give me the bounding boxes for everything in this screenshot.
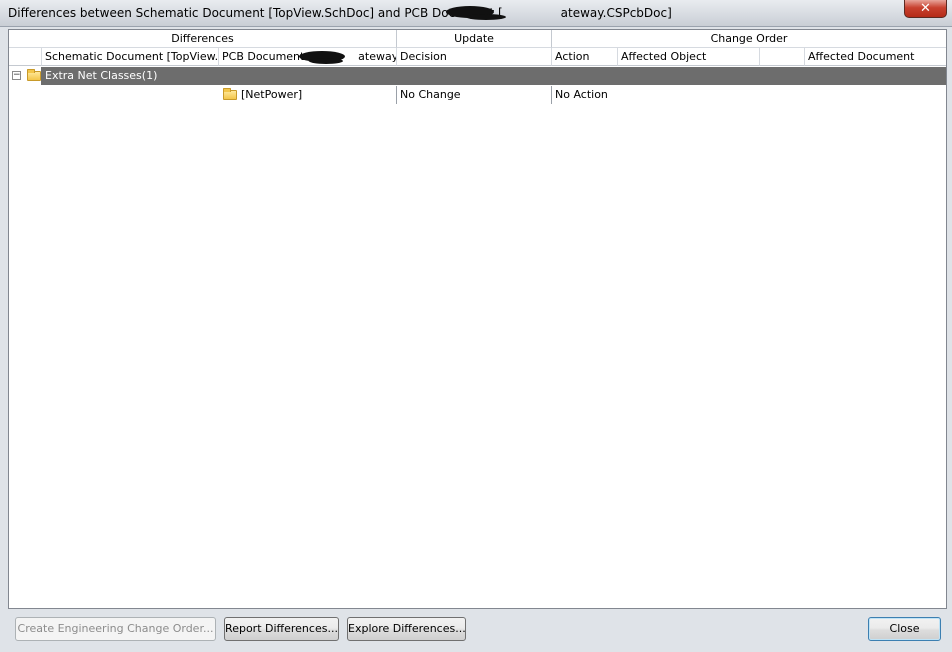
title-bar[interactable]: Differences between Schematic Document [… bbox=[0, 0, 952, 27]
report-differences-button[interactable]: Report Differences... bbox=[224, 617, 339, 641]
differences-dialog: Differences between Schematic Document [… bbox=[0, 0, 952, 652]
group-header-update: Update bbox=[397, 30, 552, 48]
group-header-change-order: Change Order bbox=[552, 30, 946, 48]
group-row-extra-net-classes[interactable]: Extra Net Classes(1) bbox=[41, 67, 946, 85]
create-eco-button[interactable]: Create Engineering Change Order... bbox=[15, 617, 216, 641]
col-header-blank[interactable] bbox=[9, 48, 42, 66]
explore-differences-button[interactable]: Explore Differences... bbox=[347, 617, 466, 641]
folder-icon bbox=[223, 88, 237, 100]
group-row-label: Extra Net Classes(1) bbox=[45, 69, 158, 82]
col-header-schematic-document[interactable]: Schematic Document [TopView.... bbox=[42, 48, 219, 66]
col-header-affected-object[interactable]: Affected Object bbox=[618, 48, 760, 66]
action-cell: No Action bbox=[555, 88, 608, 101]
redaction-scribble bbox=[466, 14, 506, 20]
group-header-differences: Differences bbox=[9, 30, 397, 48]
differences-grid: Differences Update Change Order Schemati… bbox=[8, 29, 947, 609]
col-header-action[interactable]: Action bbox=[552, 48, 618, 66]
col-header-decision[interactable]: Decision bbox=[397, 48, 552, 66]
window-close-button[interactable]: ✕ bbox=[904, 0, 947, 18]
close-icon: ✕ bbox=[920, 1, 931, 16]
folder-icon bbox=[27, 69, 41, 81]
close-button[interactable]: Close bbox=[868, 617, 941, 641]
table-row[interactable]: [NetPower] No Change No Action bbox=[9, 86, 946, 104]
redaction-scribble bbox=[309, 58, 343, 64]
pcb-item-cell: [NetPower] bbox=[241, 88, 303, 101]
collapse-toggle[interactable]: − bbox=[12, 71, 21, 80]
col-header-spacer[interactable] bbox=[760, 48, 805, 66]
col-header-affected-document[interactable]: Affected Document bbox=[805, 48, 946, 66]
decision-cell[interactable]: No Change bbox=[397, 86, 461, 104]
window-title: Differences between Schematic Document [… bbox=[8, 6, 672, 20]
